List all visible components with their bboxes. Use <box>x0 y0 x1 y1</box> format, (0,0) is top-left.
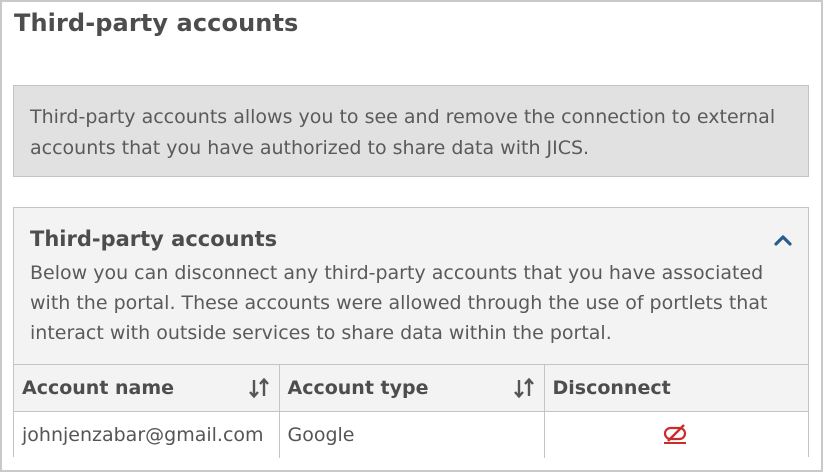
panel-header: Third-party accounts Below you can disco… <box>14 208 808 364</box>
chevron-up-icon <box>774 235 792 246</box>
panel-title: Third-party accounts <box>30 227 278 251</box>
column-header-disconnect: Disconnect <box>543 364 808 412</box>
column-header-account-name[interactable]: Account name <box>14 364 280 412</box>
column-header-label: Account name <box>22 377 175 399</box>
info-text: Third-party accounts allows you to see a… <box>30 106 776 159</box>
account-name-cell: johnjenzabar@gmail.com <box>14 411 280 458</box>
column-header-account-type[interactable]: Account type <box>278 364 545 412</box>
sort-arrows-icon[interactable] <box>248 377 270 404</box>
unlink-icon <box>664 424 687 445</box>
disconnect-cell <box>543 411 808 458</box>
table-header-row: Account name Account type Disconnect <box>14 364 808 412</box>
info-box: Third-party accounts allows you to see a… <box>13 85 809 177</box>
account-type-cell: Google <box>278 411 545 458</box>
column-header-label: Account type <box>287 377 429 399</box>
collapse-button[interactable] <box>769 228 797 252</box>
accounts-table: Account name Account type Disconnect joh… <box>14 364 808 458</box>
column-header-label: Disconnect <box>552 377 671 399</box>
sort-arrows-icon[interactable] <box>513 377 535 404</box>
third-party-accounts-panel: Third-party accounts Below you can disco… <box>13 207 809 458</box>
table-row: johnjenzabar@gmail.com Google <box>14 411 808 458</box>
panel-description: Below you can disconnect any third-party… <box>30 262 768 344</box>
disconnect-button[interactable] <box>662 423 690 450</box>
page-title: Third-party accounts <box>14 9 299 37</box>
